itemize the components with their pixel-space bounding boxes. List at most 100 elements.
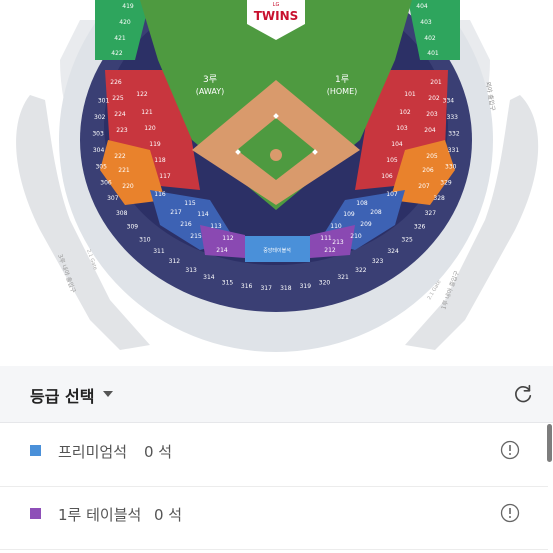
seat-section-109[interactable]: 109 bbox=[343, 211, 355, 218]
seat-section-202[interactable]: 202 bbox=[428, 95, 440, 102]
seat-section-312[interactable]: 312 bbox=[169, 258, 181, 265]
seat-section-320[interactable]: 320 bbox=[319, 279, 331, 286]
seat-section-323[interactable]: 323 bbox=[372, 258, 384, 265]
seat-section-319[interactable]: 319 bbox=[300, 283, 312, 290]
seat-section-114[interactable]: 114 bbox=[197, 211, 209, 218]
grade-select-title[interactable]: 등급 선택 bbox=[30, 383, 94, 407]
seat-section-212[interactable]: 212 bbox=[324, 247, 336, 254]
seat-section-421[interactable]: 421 bbox=[114, 35, 126, 42]
seat-section-404[interactable]: 404 bbox=[416, 3, 428, 10]
seat-section-329[interactable]: 329 bbox=[440, 179, 452, 186]
seat-section-117[interactable]: 117 bbox=[159, 173, 171, 180]
svg-text:TWINS: TWINS bbox=[254, 9, 299, 23]
seat-section-106[interactable]: 106 bbox=[381, 173, 393, 180]
seat-section-315[interactable]: 315 bbox=[222, 279, 234, 286]
seat-section-420[interactable]: 420 bbox=[119, 19, 131, 26]
seat-section-121[interactable]: 121 bbox=[141, 109, 153, 116]
seat-section-108[interactable]: 108 bbox=[356, 200, 368, 207]
seat-section-301[interactable]: 301 bbox=[98, 98, 110, 105]
seat-section-419[interactable]: 419 bbox=[122, 3, 134, 10]
seat-section-102[interactable]: 102 bbox=[399, 109, 411, 116]
seat-section-208[interactable]: 208 bbox=[370, 209, 382, 216]
seat-section-101[interactable]: 101 bbox=[404, 91, 416, 98]
seat-section-116[interactable]: 116 bbox=[154, 191, 166, 198]
seat-section-110[interactable]: 110 bbox=[330, 223, 342, 230]
seat-section-104[interactable]: 104 bbox=[391, 141, 403, 148]
seat-section-328[interactable]: 328 bbox=[433, 195, 445, 202]
seat-section-112[interactable]: 112 bbox=[222, 235, 234, 242]
seat-section-311[interactable]: 311 bbox=[153, 248, 165, 255]
stadium-seat-map[interactable]: LG TWINS 3루 (AWAY) 1루 (HOME) 중앙테이블석 3루 내… bbox=[0, 0, 553, 366]
seat-section-304[interactable]: 304 bbox=[93, 147, 105, 154]
seat-section-313[interactable]: 313 bbox=[185, 267, 197, 274]
grade-color-swatch bbox=[30, 445, 41, 456]
seat-section-120[interactable]: 120 bbox=[144, 125, 156, 132]
seat-section-302[interactable]: 302 bbox=[94, 114, 106, 121]
seat-section-303[interactable]: 303 bbox=[92, 130, 104, 137]
seat-section-215[interactable]: 215 bbox=[190, 233, 202, 240]
seat-section-307[interactable]: 307 bbox=[107, 195, 119, 202]
seat-section-324[interactable]: 324 bbox=[387, 248, 399, 255]
seat-section-224[interactable]: 224 bbox=[114, 111, 126, 118]
chevron-down-icon[interactable] bbox=[103, 391, 113, 397]
seat-section-207[interactable]: 207 bbox=[418, 183, 430, 190]
seat-section-310[interactable]: 310 bbox=[139, 236, 151, 243]
seat-section-103[interactable]: 103 bbox=[396, 125, 408, 132]
seat-section-306[interactable]: 306 bbox=[100, 179, 112, 186]
seat-section-209[interactable]: 209 bbox=[360, 221, 372, 228]
seat-section-107[interactable]: 107 bbox=[386, 191, 398, 198]
grade-row-1st-table[interactable]: 1루 테이블석 0 석 bbox=[0, 487, 548, 550]
seat-section-403[interactable]: 403 bbox=[420, 19, 432, 26]
seat-section-201[interactable]: 201 bbox=[430, 79, 442, 86]
seat-section-204[interactable]: 204 bbox=[424, 127, 436, 134]
seat-section-317[interactable]: 317 bbox=[260, 285, 272, 292]
seat-section-332[interactable]: 332 bbox=[448, 130, 460, 137]
seat-section-111[interactable]: 111 bbox=[320, 235, 332, 242]
seat-section-118[interactable]: 118 bbox=[154, 157, 166, 164]
seat-section-316[interactable]: 316 bbox=[241, 283, 253, 290]
seat-section-203[interactable]: 203 bbox=[426, 111, 438, 118]
seat-section-206[interactable]: 206 bbox=[422, 167, 434, 174]
scrollbar[interactable] bbox=[547, 424, 552, 462]
seat-section-119[interactable]: 119 bbox=[149, 141, 161, 148]
grade-row-premium[interactable]: 프리미엄석 0 석 bbox=[0, 424, 548, 487]
third-base-sub: (AWAY) bbox=[196, 87, 225, 96]
refresh-icon[interactable] bbox=[512, 383, 534, 405]
seat-section-210[interactable]: 210 bbox=[350, 233, 362, 240]
seat-section-422[interactable]: 422 bbox=[111, 50, 123, 57]
seat-section-223[interactable]: 223 bbox=[116, 127, 128, 134]
seat-section-225[interactable]: 225 bbox=[112, 95, 124, 102]
seat-section-226[interactable]: 226 bbox=[110, 79, 122, 86]
seat-section-331[interactable]: 331 bbox=[448, 147, 460, 154]
seat-section-309[interactable]: 309 bbox=[127, 224, 139, 231]
seat-section-318[interactable]: 318 bbox=[280, 285, 292, 292]
seat-section-216[interactable]: 216 bbox=[180, 221, 192, 228]
seat-section-327[interactable]: 327 bbox=[425, 210, 437, 217]
seat-section-105[interactable]: 105 bbox=[386, 157, 398, 164]
seat-section-321[interactable]: 321 bbox=[337, 274, 349, 281]
seat-section-322[interactable]: 322 bbox=[355, 267, 367, 274]
seat-section-325[interactable]: 325 bbox=[401, 236, 413, 243]
seat-section-122[interactable]: 122 bbox=[136, 91, 148, 98]
seat-section-113[interactable]: 113 bbox=[210, 223, 222, 230]
seat-section-222[interactable]: 222 bbox=[114, 153, 126, 160]
seat-section-326[interactable]: 326 bbox=[414, 224, 426, 231]
seat-section-401[interactable]: 401 bbox=[427, 50, 439, 57]
info-icon[interactable] bbox=[500, 440, 520, 460]
seat-section-115[interactable]: 115 bbox=[184, 200, 196, 207]
seat-section-308[interactable]: 308 bbox=[116, 210, 128, 217]
grade-name: 프리미엄석 bbox=[58, 443, 128, 461]
info-icon[interactable] bbox=[500, 503, 520, 523]
seat-section-314[interactable]: 314 bbox=[203, 274, 215, 281]
seat-section-333[interactable]: 333 bbox=[447, 114, 459, 121]
seat-section-220[interactable]: 220 bbox=[122, 183, 134, 190]
seat-section-330[interactable]: 330 bbox=[445, 163, 457, 170]
seat-section-205[interactable]: 205 bbox=[426, 153, 438, 160]
seat-section-402[interactable]: 402 bbox=[424, 35, 436, 42]
seat-section-334[interactable]: 334 bbox=[443, 98, 455, 105]
seat-section-214[interactable]: 214 bbox=[216, 247, 228, 254]
seat-section-217[interactable]: 217 bbox=[170, 209, 182, 216]
seat-section-221[interactable]: 221 bbox=[118, 167, 130, 174]
seat-section-213[interactable]: 213 bbox=[332, 239, 344, 246]
seat-section-305[interactable]: 305 bbox=[95, 163, 107, 170]
